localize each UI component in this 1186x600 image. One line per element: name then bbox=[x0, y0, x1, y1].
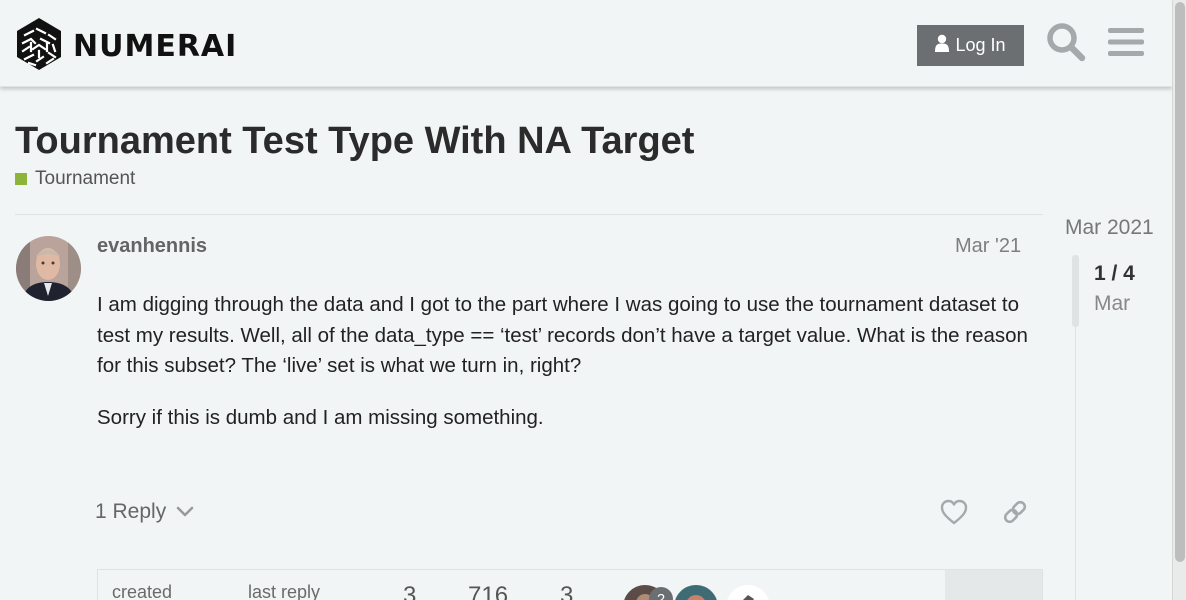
chevron-down-icon bbox=[176, 500, 194, 524]
participant-avatar[interactable] bbox=[674, 585, 718, 600]
reply-count-label: 1 Reply bbox=[95, 500, 167, 523]
hamburger-icon bbox=[1108, 26, 1144, 63]
post-paragraph: I am digging through the data and I got … bbox=[97, 293, 1028, 377]
category-badge[interactable]: Tournament bbox=[15, 168, 135, 190]
participant-post-count-badge: 2 bbox=[649, 587, 673, 600]
post-body: I am digging through the data and I got … bbox=[97, 290, 1032, 454]
site-header: NUMERAI Log In bbox=[0, 0, 1172, 87]
link-icon bbox=[1001, 498, 1029, 531]
scrollbar-thumb[interactable] bbox=[1175, 2, 1185, 562]
search-icon bbox=[1046, 22, 1086, 67]
search-button[interactable] bbox=[1044, 22, 1088, 66]
topic-divider bbox=[15, 214, 1043, 215]
timeline-handle[interactable] bbox=[1072, 255, 1079, 327]
menu-button[interactable] bbox=[1106, 22, 1146, 66]
post-date[interactable]: Mar '21 bbox=[955, 235, 1021, 258]
category-label: Tournament bbox=[35, 168, 136, 189]
show-replies-button[interactable]: 1 Reply bbox=[95, 500, 194, 524]
last-reply-label: last reply bbox=[248, 582, 321, 600]
timeline-start-date[interactable]: Mar 2021 bbox=[1065, 216, 1154, 240]
like-button[interactable] bbox=[937, 497, 971, 531]
participant-avatar[interactable] bbox=[726, 585, 770, 600]
timeline-position: 1 / 4 bbox=[1094, 262, 1135, 285]
user-icon bbox=[935, 34, 950, 57]
page-scrollbar[interactable] bbox=[1172, 0, 1186, 600]
author-avatar[interactable] bbox=[16, 236, 81, 301]
timeline-current-date: Mar bbox=[1094, 292, 1131, 315]
topic-title[interactable]: Tournament Test Type With NA Target bbox=[15, 120, 694, 163]
login-label: Log In bbox=[955, 35, 1006, 55]
site-logo[interactable]: NUMERAI bbox=[15, 17, 237, 76]
replies-count: 3 bbox=[403, 582, 417, 600]
author-username[interactable]: evanhennis bbox=[97, 235, 207, 258]
share-link-button[interactable] bbox=[998, 497, 1032, 531]
numerai-cube-icon bbox=[15, 17, 63, 76]
login-button[interactable]: Log In bbox=[917, 25, 1024, 66]
created-label: created bbox=[112, 582, 173, 600]
users-count: 3 bbox=[560, 582, 574, 600]
views-count: 716 bbox=[468, 582, 509, 600]
topic-summary: created last reply 3 716 3 2 bbox=[97, 569, 1043, 600]
expand-summary-button[interactable] bbox=[945, 570, 1042, 600]
logo-wordmark: NUMERAI bbox=[73, 29, 238, 64]
post-paragraph: Sorry if this is dumb and I am missing s… bbox=[97, 405, 544, 429]
heart-icon bbox=[940, 499, 968, 530]
category-color-swatch bbox=[15, 173, 27, 185]
